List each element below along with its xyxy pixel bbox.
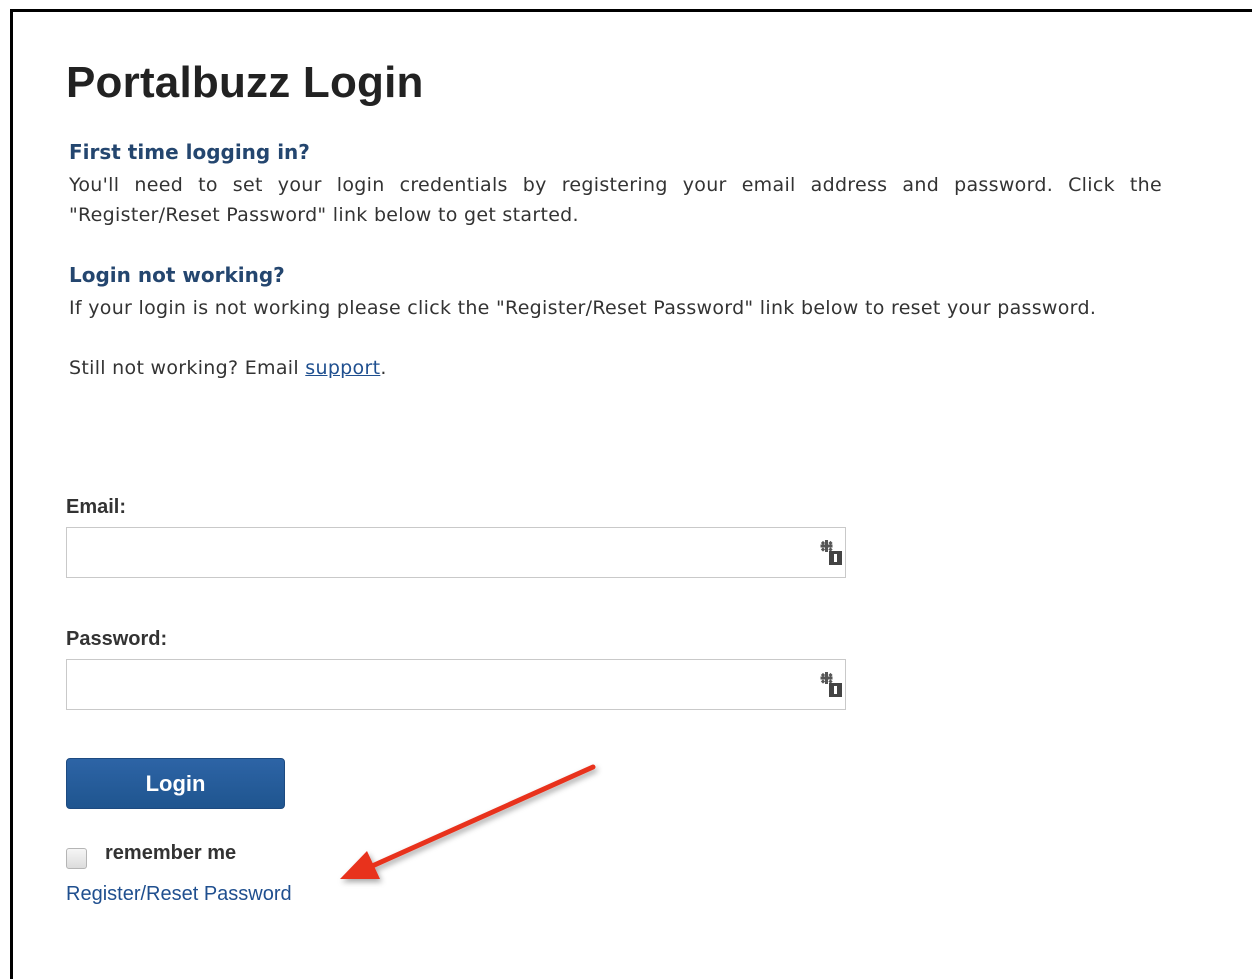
email-field-box xyxy=(66,527,846,578)
email-input[interactable] xyxy=(67,528,827,575)
password-manager-key-icon[interactable] xyxy=(819,540,843,566)
password-input[interactable] xyxy=(67,660,827,707)
still-not-working-text: Still not working? Email support. xyxy=(69,353,1162,383)
remember-me-label[interactable]: remember me xyxy=(105,842,236,865)
email-label: Email: xyxy=(66,496,127,518)
password-manager-key-icon[interactable] xyxy=(819,672,843,698)
first-time-text: You'll need to set your login credential… xyxy=(69,174,1162,226)
red-arrow-annotation xyxy=(340,764,596,879)
still-not-working-prefix: Still not working? Email xyxy=(69,357,306,379)
page-title: Portalbuzz Login xyxy=(66,58,424,107)
login-not-working-text: If your login is not working please clic… xyxy=(69,297,1097,319)
password-label: Password: xyxy=(66,628,168,650)
login-not-working-heading: Login not working? xyxy=(69,263,285,287)
register-reset-password-link[interactable]: Register/Reset Password xyxy=(66,883,292,906)
first-time-heading: First time logging in? xyxy=(69,140,310,164)
password-field-box xyxy=(66,659,846,710)
still-not-working-suffix: . xyxy=(380,357,387,379)
remember-me-checkbox[interactable] xyxy=(66,848,87,869)
support-email-link[interactable]: support xyxy=(305,357,380,379)
login-button[interactable]: Login xyxy=(66,758,285,809)
